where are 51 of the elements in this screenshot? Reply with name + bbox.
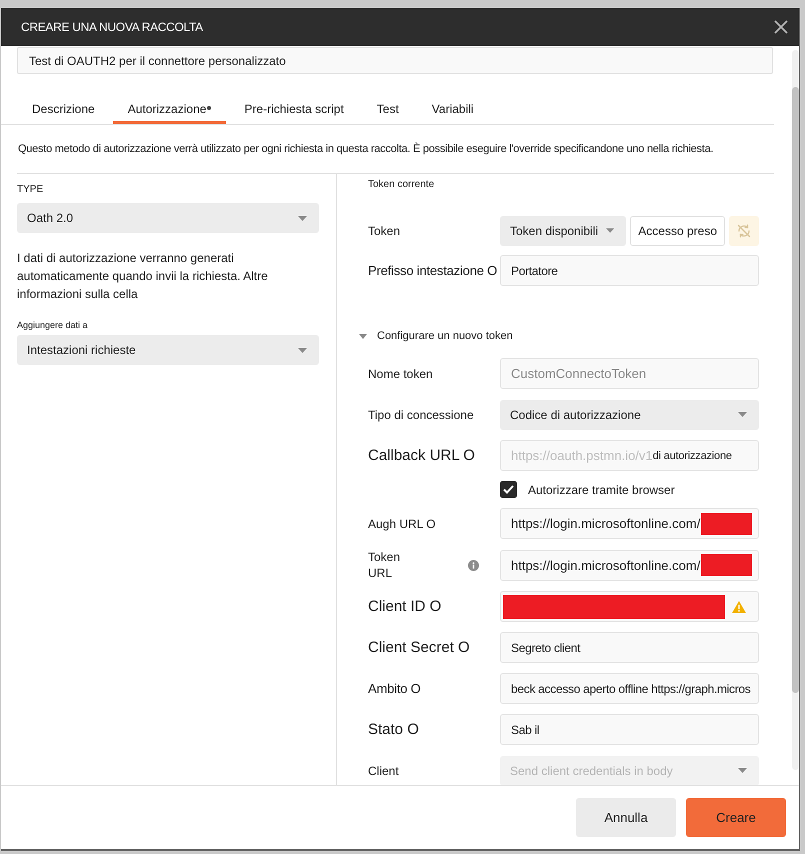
add-to-dropdown[interactable]: Intestazioni richieste [17, 335, 319, 365]
tab[interactable]: Pre-richiesta script [229, 94, 359, 124]
input-field[interactable]: Segreto client [500, 632, 759, 663]
scrollbar-thumb[interactable] [792, 87, 799, 693]
field-label: Augh URL O [368, 516, 436, 530]
caret-icon [298, 348, 307, 352]
caret-icon [738, 412, 747, 417]
field-label: Ambito O [368, 681, 421, 696]
field-label: Callback URL O [368, 447, 475, 464]
type-dropdown[interactable]: Oath 2.0 [17, 203, 319, 233]
description-text: Questo metodo di autorizzazione verrà utilizzato per ogni richiesta in questa raccolta. È possibile eseguire l'override specificandone uno nella richiesta. [17, 142, 714, 157]
caret-icon [606, 228, 614, 233]
tab[interactable]: Test [362, 94, 414, 124]
caret-icon [738, 768, 747, 773]
field-label: Aggiungere dati a [17, 320, 89, 331]
input-field[interactable]: CustomConnectoToken [500, 358, 759, 389]
field-label: Client ID O [368, 598, 442, 615]
tab[interactable]: Descrizione [17, 94, 110, 124]
collection-name-field[interactable]: Test di OAUTH2 per il connettore personalizzato [17, 47, 773, 74]
field-label: Stato O [368, 721, 419, 738]
section-heading: Token corrente [368, 179, 436, 191]
section-toggle[interactable]: Configurare un nuovo token [359, 329, 513, 343]
tab[interactable]: Autorizzazione [112, 94, 226, 124]
info-icon[interactable] [468, 560, 479, 570]
window-title: CREARE UNA NUOVA RACCOLTA [21, 20, 204, 34]
input-field[interactable]: https://login.microsoftonline.com/ [500, 508, 759, 539]
tab[interactable]: Variabili [416, 94, 489, 124]
field-label: Tipo di concessione [368, 408, 474, 422]
field-label: Client Secret O [368, 639, 470, 656]
input-field[interactable]: Sab il [500, 714, 759, 745]
field-label: TYPE [17, 184, 44, 196]
caret-icon [298, 216, 307, 220]
sync-crossed-icon [736, 222, 752, 238]
create-button[interactable]: Creare [686, 798, 786, 837]
dropdown[interactable]: Codice di autorizzazione [500, 400, 759, 430]
checkbox-label: Autorizzare tramite browser [528, 482, 675, 496]
checkbox[interactable] [500, 481, 517, 498]
token-dropdown[interactable]: Token disponibili [500, 216, 626, 246]
input-field[interactable]: Portatore [500, 255, 759, 286]
input-field[interactable]: beck accesso aperto offline https://graph.micros [500, 673, 759, 704]
field-label: Token URL [368, 549, 400, 581]
field-label: Token [368, 224, 400, 238]
input-field[interactable] [500, 591, 759, 622]
field-label: Prefisso intestazione O [368, 263, 498, 278]
close-icon[interactable] [774, 20, 788, 34]
help-text: I dati di autorizzazione verranno generati automaticamente quando invii la richiesta. Altre informazioni sulla cella [17, 250, 269, 303]
input-field[interactable]: https://login.microsoftonline.com/ [500, 550, 759, 580]
field-label: Nome token [368, 366, 433, 380]
cancel-button[interactable]: Annulla [576, 798, 676, 837]
access-token-button[interactable]: Accesso preso [630, 216, 725, 246]
field-label: Client [368, 764, 399, 778]
